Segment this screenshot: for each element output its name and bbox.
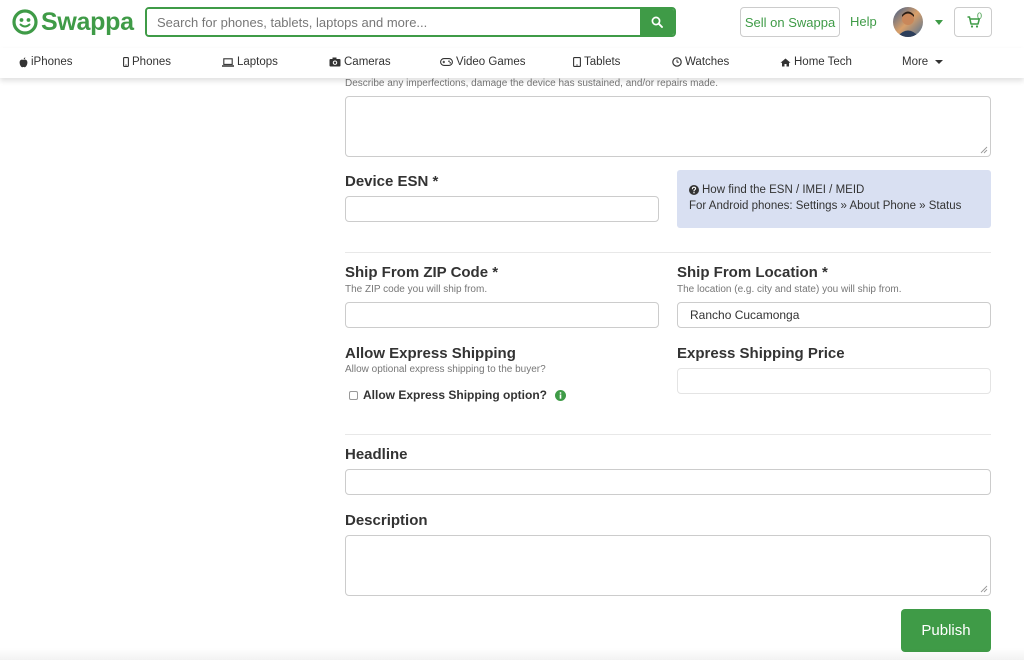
express-checkbox-row: Allow Express Shipping option? <box>349 388 567 402</box>
watch-icon <box>672 57 682 67</box>
resize-grip-icon[interactable] <box>980 146 988 154</box>
nav-item-cameras[interactable]: Cameras <box>329 56 391 68</box>
esn-input[interactable] <box>346 197 658 221</box>
nav-item-watches[interactable]: Watches <box>672 56 729 68</box>
nav-label: Tablets <box>584 56 621 68</box>
location-label: Ship From Location * <box>677 264 828 281</box>
condition-hint: Describe any imperfections, damage the d… <box>345 78 718 89</box>
esn-label: Device ESN * <box>345 173 439 190</box>
listing-form: Describe any imperfections, damage the d… <box>0 78 1024 660</box>
search-button[interactable] <box>640 9 674 35</box>
nav-item-laptops[interactable]: Laptops <box>222 56 278 68</box>
headline-field-wrap <box>345 469 991 495</box>
avatar-image <box>897 11 919 37</box>
camera-icon <box>329 57 341 67</box>
phone-icon <box>123 57 129 67</box>
swappa-logo[interactable]: Swappa <box>12 7 134 37</box>
location-hint: The location (e.g. city and state) you w… <box>677 284 902 295</box>
page-bottom-shadow <box>0 648 1024 660</box>
resize-grip-icon[interactable] <box>980 585 988 593</box>
search-bar <box>145 7 676 37</box>
nav-item-phones[interactable]: Phones <box>123 56 171 68</box>
nav-label: Video Games <box>456 56 526 68</box>
description-label: Description <box>345 512 428 529</box>
condition-textarea[interactable] <box>346 97 990 156</box>
nav-item-iphones[interactable]: iPhones <box>19 56 73 68</box>
tablet-icon <box>573 57 581 67</box>
express-label: Allow Express Shipping <box>345 345 516 362</box>
express-checkbox-label[interactable]: Allow Express Shipping option? <box>363 388 547 402</box>
location-field-wrap <box>677 302 991 328</box>
nav-label: Laptops <box>237 56 278 68</box>
cart-button[interactable]: 0 <box>954 7 992 37</box>
nav-more-dropdown[interactable]: More <box>902 56 944 68</box>
express-checkbox[interactable] <box>349 390 358 400</box>
logo-text: Swappa <box>41 8 134 36</box>
divider <box>345 434 991 435</box>
nav-item-home-tech[interactable]: Home Tech <box>780 56 852 68</box>
question-circle-icon <box>689 185 699 195</box>
zip-label: Ship From ZIP Code * <box>345 264 499 281</box>
search-icon <box>651 16 663 28</box>
header: Swappa Sell on Swappa Help 0 <box>0 0 1024 48</box>
location-input[interactable] <box>678 303 990 327</box>
apple-icon <box>19 56 28 67</box>
nav-label: Home Tech <box>794 56 852 68</box>
publish-button[interactable]: Publish <box>901 609 991 652</box>
zip-hint: The ZIP code you will ship from. <box>345 284 488 295</box>
esn-info-title[interactable]: How find the ESN / IMEI / MEID <box>702 184 864 196</box>
nav-more-label: More <box>902 56 929 68</box>
nav-label: Phones <box>132 56 172 68</box>
gamepad-icon <box>440 58 453 66</box>
info-circle-icon[interactable] <box>555 389 567 401</box>
sell-on-swappa-button[interactable]: Sell on Swappa <box>740 7 840 37</box>
category-nav: iPhones Phones Laptops Cameras Video Gam… <box>0 48 1024 78</box>
express-price-field-wrap <box>677 368 991 394</box>
search-input[interactable] <box>147 9 640 35</box>
esn-info-body: For Android phones: Settings » About Pho… <box>689 200 962 212</box>
description-textarea[interactable] <box>346 536 990 595</box>
nav-item-video-games[interactable]: Video Games <box>440 56 525 68</box>
avatar[interactable] <box>893 7 923 37</box>
divider <box>345 252 991 253</box>
laptop-icon <box>222 57 234 67</box>
nav-label: Cameras <box>344 56 391 68</box>
zip-input[interactable] <box>346 303 658 327</box>
esn-info-box: How find the ESN / IMEI / MEID For Andro… <box>677 170 991 228</box>
esn-field-wrap <box>345 196 659 222</box>
home-icon <box>780 58 791 66</box>
description-textarea-wrap <box>345 535 991 596</box>
headline-label: Headline <box>345 446 408 463</box>
nav-item-tablets[interactable]: Tablets <box>573 56 620 68</box>
express-price-input[interactable] <box>678 369 990 393</box>
chevron-down-icon[interactable] <box>935 20 943 25</box>
zip-field-wrap <box>345 302 659 328</box>
headline-input[interactable] <box>346 470 990 494</box>
caret-down-icon <box>935 60 944 64</box>
condition-textarea-wrap <box>345 96 991 157</box>
nav-label: iPhones <box>31 56 73 68</box>
swappa-logo-icon <box>12 9 38 35</box>
express-hint: Allow optional express shipping to the b… <box>345 364 546 375</box>
esn-info-title-row: How find the ESN / IMEI / MEID <box>689 184 864 196</box>
nav-label: Watches <box>685 56 730 68</box>
express-price-label: Express Shipping Price <box>677 345 845 362</box>
cart-count: 0 <box>977 11 983 21</box>
help-link[interactable]: Help <box>850 14 877 29</box>
